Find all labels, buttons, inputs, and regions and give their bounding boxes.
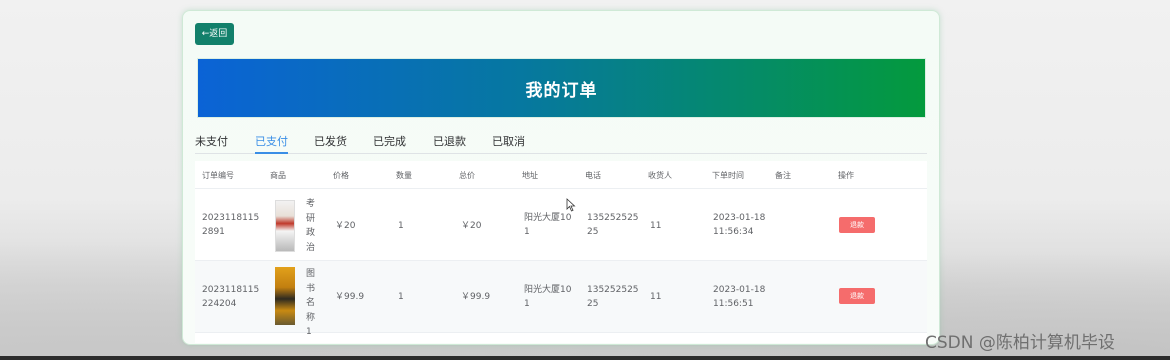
phone-line2: 25 xyxy=(587,299,599,309)
watermark: CSDN @陈柏计算机毕设 xyxy=(925,333,1115,353)
orders-card: ←返回 我的订单 未支付 已支付 已发货 已完成 已退款 已取消 订单编号 商品… xyxy=(182,10,940,345)
orders-table: 订单编号 商品 价格 数量 总价 地址 电话 收货人 下单时间 备注 操作 20… xyxy=(195,161,927,343)
address-line2: 1 xyxy=(524,299,530,309)
col-time: 下单时间 xyxy=(712,171,744,180)
product-name: 图书名称1 xyxy=(306,269,316,337)
order-time: 11:56:34 xyxy=(713,227,754,237)
page-title: 我的订单 xyxy=(525,80,598,101)
active-tab-indicator xyxy=(255,152,288,154)
taskbar-edge xyxy=(0,356,1170,360)
order-date: 2023-01-18 xyxy=(713,285,766,295)
back-button[interactable]: ←返回 xyxy=(195,23,234,45)
col-price: 价格 xyxy=(333,171,349,180)
address-line1: 阳光大厦10 xyxy=(524,213,572,223)
col-total: 总价 xyxy=(459,171,475,180)
price: ￥20 xyxy=(335,221,356,231)
col-note: 备注 xyxy=(775,171,791,180)
phone-line2: 25 xyxy=(587,227,599,237)
tab-cancelled[interactable]: 已取消 xyxy=(492,134,525,150)
mouse-cursor-icon xyxy=(566,198,576,212)
phone-line1: 135252525 xyxy=(587,213,639,223)
col-address: 地址 xyxy=(522,171,538,180)
product-thumbnail[interactable] xyxy=(275,200,295,252)
total: ￥99.9 xyxy=(461,292,491,302)
col-receiver: 收货人 xyxy=(648,171,672,180)
table-header: 订单编号 商品 价格 数量 总价 地址 电话 收货人 下单时间 备注 操作 xyxy=(195,161,927,189)
product-thumbnail[interactable] xyxy=(275,267,295,325)
quantity: 1 xyxy=(398,221,404,231)
price: ￥99.9 xyxy=(335,292,365,302)
order-status-tabs: 未支付 已支付 已发货 已完成 已退款 已取消 xyxy=(195,134,927,154)
order-no-line1: 2023118115 xyxy=(202,213,260,223)
phone-line1: 135252525 xyxy=(587,285,639,295)
page-banner: 我的订单 xyxy=(197,58,926,118)
order-no-line2: 224204 xyxy=(202,299,237,309)
receiver: 11 xyxy=(650,221,662,231)
refund-button[interactable]: 退款 xyxy=(839,217,875,233)
tab-unpaid[interactable]: 未支付 xyxy=(195,134,228,150)
col-order-no: 订单编号 xyxy=(202,171,234,180)
order-no-line1: 2023118115 xyxy=(202,285,260,295)
col-product: 商品 xyxy=(270,171,286,180)
order-date: 2023-01-18 xyxy=(713,213,766,223)
order-time: 11:56:51 xyxy=(713,299,754,309)
tab-refunded[interactable]: 已退款 xyxy=(433,134,466,150)
col-qty: 数量 xyxy=(396,171,412,180)
address-line1: 阳光大厦10 xyxy=(524,285,572,295)
table-row: 2023118115 2891 考研政治 ￥20 1 ￥20 阳光大厦10 1 … xyxy=(195,189,927,261)
tab-paid[interactable]: 已支付 xyxy=(255,134,288,150)
receiver: 11 xyxy=(650,292,662,302)
table-row: 2023118115 224204 图书名称1 ￥99.9 1 ￥99.9 阳光… xyxy=(195,261,927,337)
tab-shipped[interactable]: 已发货 xyxy=(314,134,347,150)
order-no-line2: 2891 xyxy=(202,227,225,237)
product-name: 考研政治 xyxy=(306,199,316,253)
quantity: 1 xyxy=(398,292,404,302)
address-line2: 1 xyxy=(524,227,530,237)
tab-completed[interactable]: 已完成 xyxy=(373,134,406,150)
total: ￥20 xyxy=(461,221,482,231)
col-action: 操作 xyxy=(838,171,854,180)
col-phone: 电话 xyxy=(585,171,601,180)
refund-button[interactable]: 退款 xyxy=(839,288,875,304)
